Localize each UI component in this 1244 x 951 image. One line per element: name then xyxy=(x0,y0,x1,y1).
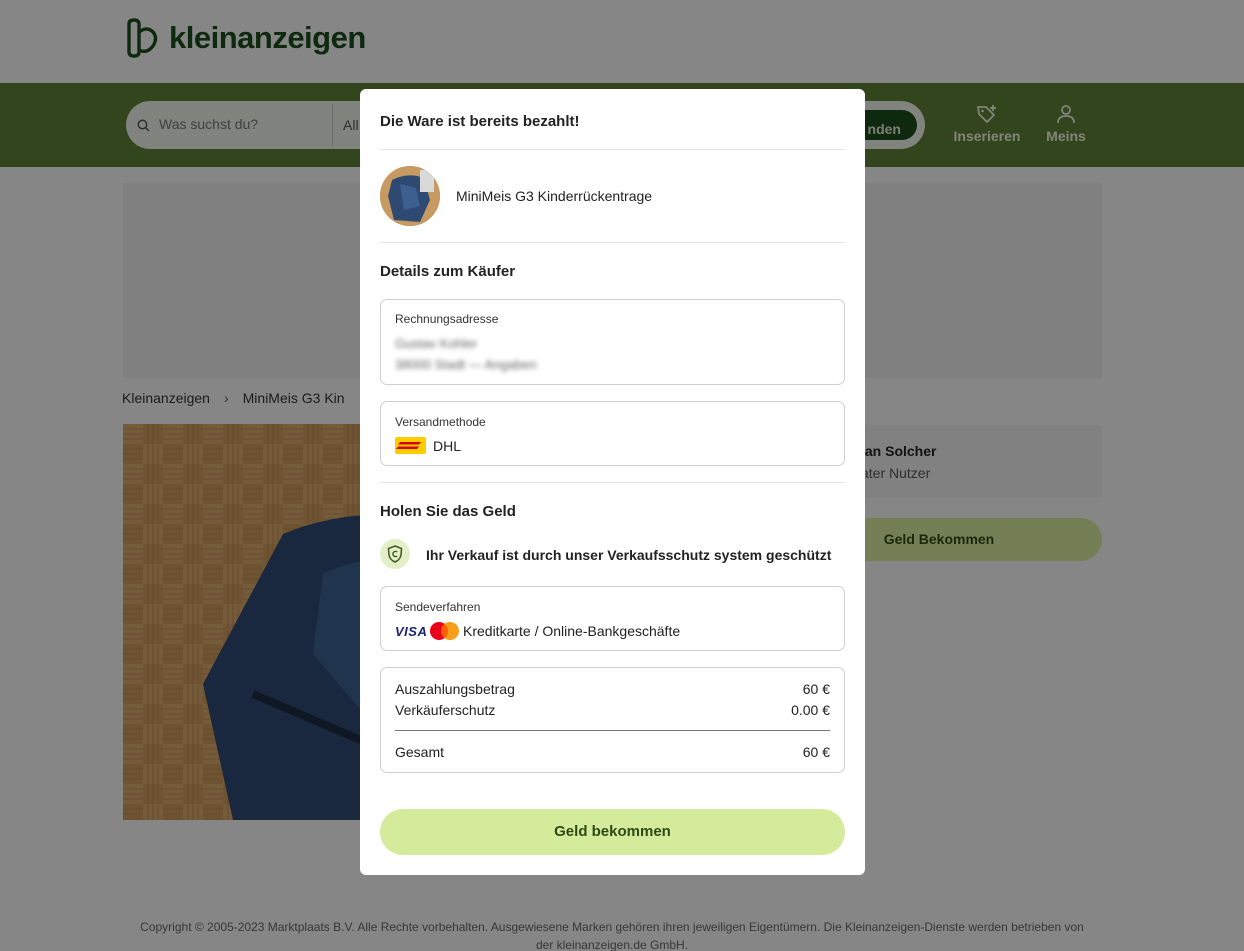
shipping-method-value: DHL xyxy=(433,438,462,454)
product-thumbnail xyxy=(380,166,440,226)
summary-divider xyxy=(395,730,830,731)
divider xyxy=(380,482,845,483)
get-money-title: Holen Sie das Geld xyxy=(380,503,516,520)
billing-address-box: Rechnungsadresse Gustav Kohler 38000 Sta… xyxy=(380,299,845,385)
seller-protection-row: Verkäuferschutz 0.00 € xyxy=(395,702,830,718)
shield-icon xyxy=(387,545,403,563)
payout-method-label: Sendeverfahren xyxy=(395,600,481,614)
billing-address-line2: 38000 Stadt — Angaben xyxy=(395,357,537,372)
billing-address-label: Rechnungsadresse xyxy=(395,312,499,326)
total-row: Gesamt 60 € xyxy=(395,744,830,760)
summary-box: Auszahlungsbetrag 60 € Verkäuferschutz 0… xyxy=(380,667,845,773)
dhl-logo-icon xyxy=(395,437,426,454)
shipping-method-label: Versandmethode xyxy=(395,415,486,429)
shipping-method-box: Versandmethode DHL xyxy=(380,401,845,466)
payment-modal: Die Ware ist bereits bezahlt! MiniMeis G… xyxy=(360,89,865,875)
payout-label: Auszahlungsbetrag xyxy=(395,681,515,697)
mastercard-icon xyxy=(430,622,459,640)
modal-title: Die Ware ist bereits bezahlt! xyxy=(380,113,580,130)
visa-icon: VISA xyxy=(395,624,428,639)
payout-row: Auszahlungsbetrag 60 € xyxy=(395,681,830,697)
get-money-button[interactable]: Geld bekommen xyxy=(380,809,845,855)
payout-amount: 60 € xyxy=(802,681,830,697)
divider xyxy=(380,149,845,150)
total-label: Gesamt xyxy=(395,744,445,760)
product-name: MiniMeis G3 Kinderrückentrage xyxy=(456,188,653,204)
buyer-details-title: Details zum Käufer xyxy=(380,263,516,280)
divider xyxy=(380,242,845,243)
product-thumb-photo xyxy=(380,166,440,226)
seller-protection-amount: 0.00 € xyxy=(791,702,830,718)
payout-method-value: Kreditkarte / Online-Bankgeschäfte xyxy=(463,623,681,639)
shield-badge xyxy=(380,539,410,569)
seller-protection-label: Verkäuferschutz xyxy=(395,702,496,718)
protection-text: Ihr Verkauf ist durch unser Verkaufsschu… xyxy=(426,547,832,563)
payout-method-box[interactable]: Sendeverfahren VISA Kreditkarte / Online… xyxy=(380,586,845,651)
total-amount: 60 € xyxy=(802,744,830,760)
billing-address-line1: Gustav Kohler xyxy=(395,336,478,351)
